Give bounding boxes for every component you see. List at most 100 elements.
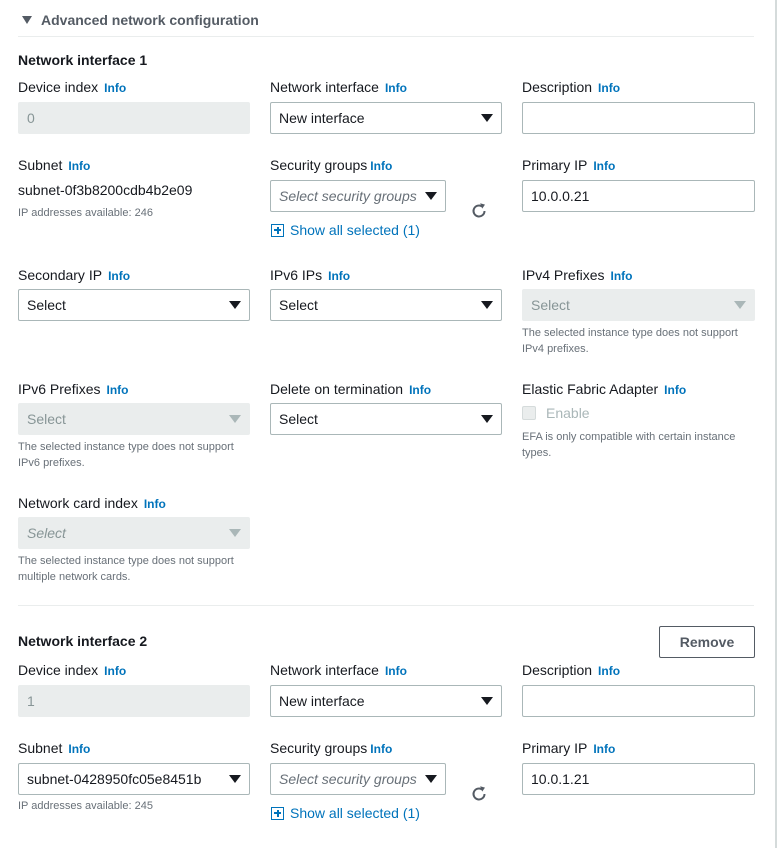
ni1-security-groups-field: Security groups Info xyxy=(270,155,502,175)
ni1-ipv6-ips-select[interactable]: Select xyxy=(270,289,502,321)
ni1-delete-on-termination-field: Delete on termination Info xyxy=(270,379,502,399)
ni2-primary-ip-label: Primary IP xyxy=(522,740,588,756)
ni2-network-interface-select[interactable]: New interface xyxy=(270,685,502,717)
ni1-ipv4-prefixes-select: Select xyxy=(522,289,755,321)
caret-down-icon xyxy=(481,415,493,423)
ni2-device-index-field: Device index Info xyxy=(18,660,250,680)
caret-down-icon xyxy=(734,301,746,309)
ni1-efa-hint: EFA is only compatible with certain inst… xyxy=(522,431,736,459)
info-link[interactable]: Info xyxy=(370,742,392,756)
ni1-efa-enable-label: Enable xyxy=(546,405,590,421)
caret-down-icon xyxy=(22,16,32,24)
caret-down-icon xyxy=(229,415,241,423)
info-link[interactable]: Info xyxy=(104,664,126,678)
info-link[interactable]: Info xyxy=(598,664,620,678)
info-link[interactable]: Info xyxy=(385,664,407,678)
caret-down-icon xyxy=(425,775,437,783)
ni1-efa-field: Elastic Fabric Adapter Info xyxy=(522,379,754,399)
ni2-security-groups-label: Security groups xyxy=(270,740,368,756)
ni1-ipv4-prefixes-value: Select xyxy=(531,297,570,313)
info-link[interactable]: Info xyxy=(610,269,632,283)
ni2-device-index-label: Device index xyxy=(18,662,99,678)
ni1-efa-label: Elastic Fabric Adapter xyxy=(522,381,659,397)
ni2-subnet-field: Subnet Info xyxy=(18,738,250,758)
ni1-primary-ip-value: 10.0.0.21 xyxy=(531,188,590,204)
ni2-network-interface-field: Network interface Info xyxy=(270,660,502,680)
ni2-primary-ip-value: 10.0.1.21 xyxy=(531,771,590,787)
ni1-ipv6-prefixes-value: Select xyxy=(27,411,66,427)
ni1-network-interface-label: Network interface xyxy=(270,79,379,95)
advanced-network-config-toggle[interactable]: Advanced network configuration xyxy=(22,12,259,28)
ni1-delete-on-termination-select[interactable]: Select xyxy=(270,403,502,435)
info-link[interactable]: Info xyxy=(664,383,686,397)
ni1-subnet-value: subnet-0f3b8200cdb4b2e09 xyxy=(18,182,193,198)
section-title: Advanced network configuration xyxy=(41,12,259,28)
ni1-secondary-ip-select[interactable]: Select xyxy=(18,289,250,321)
ni1-ipv6-prefixes-field: IPv6 Prefixes Info xyxy=(18,379,250,399)
info-link[interactable]: Info xyxy=(106,383,128,397)
ni1-device-index-value: 0 xyxy=(27,110,35,126)
info-link[interactable]: Info xyxy=(409,383,431,397)
caret-down-icon xyxy=(229,775,241,783)
ni1-show-all-selected-link[interactable]: Show all selected (1) xyxy=(271,222,420,238)
ni1-efa-enable-checkbox: Enable xyxy=(522,405,590,421)
caret-down-icon xyxy=(229,301,241,309)
ni2-security-groups-select[interactable]: Select security groups xyxy=(270,763,446,795)
ni1-ipv6-ips-field: IPv6 IPs Info xyxy=(270,265,502,285)
ni1-network-card-index-field: Network card index Info xyxy=(18,493,250,513)
ni2-show-all-selected-link[interactable]: Show all selected (1) xyxy=(271,805,420,821)
ni1-ipv4-prefixes-field: IPv4 Prefixes Info xyxy=(522,265,754,285)
info-link[interactable]: Info xyxy=(108,269,130,283)
ni1-title: Network interface 1 xyxy=(18,52,148,68)
ni1-network-card-index-placeholder: Select xyxy=(27,525,66,541)
ni2-description-input[interactable] xyxy=(522,685,755,717)
info-link[interactable]: Info xyxy=(385,81,407,95)
ni1-description-label: Description xyxy=(522,79,593,95)
refresh-icon[interactable] xyxy=(469,201,489,221)
ni1-security-groups-label: Security groups xyxy=(270,157,368,173)
ni1-network-card-index-label: Network card index xyxy=(18,495,138,511)
info-link[interactable]: Info xyxy=(104,81,126,95)
info-link[interactable]: Info xyxy=(68,742,90,756)
refresh-icon[interactable] xyxy=(469,784,489,804)
ni1-security-groups-select[interactable]: Select security groups xyxy=(270,180,446,212)
ni1-subnet-field: Subnet Info xyxy=(18,155,250,175)
ni1-device-index-input: 0 xyxy=(18,102,250,134)
ni1-secondary-ip-label: Secondary IP xyxy=(18,267,103,283)
ni2-device-index-value: 1 xyxy=(27,693,35,709)
ni2-subnet-hint: IP addresses available: 245 xyxy=(18,800,153,812)
ni2-subnet-select[interactable]: subnet-0428950fc05e8451b xyxy=(18,763,250,795)
info-link[interactable]: Info xyxy=(68,159,90,173)
ni1-delete-on-termination-label: Delete on termination xyxy=(270,381,404,397)
info-link[interactable]: Info xyxy=(144,497,166,511)
caret-down-icon xyxy=(481,697,493,705)
caret-down-icon xyxy=(425,192,437,200)
ni1-primary-ip-label: Primary IP xyxy=(522,157,588,173)
ni1-primary-ip-input[interactable]: 10.0.0.21 xyxy=(522,180,755,212)
ni1-network-interface-field: Network interface Info xyxy=(270,77,502,97)
checkbox xyxy=(522,406,536,420)
caret-down-icon xyxy=(481,114,493,122)
ni1-secondary-ip-value: Select xyxy=(27,297,66,313)
info-link[interactable]: Info xyxy=(598,81,620,95)
info-link[interactable]: Info xyxy=(593,742,615,756)
ni1-show-all-label: Show all selected (1) xyxy=(290,222,420,238)
ni1-ipv6-ips-label: IPv6 IPs xyxy=(270,267,323,283)
ni2-primary-ip-input[interactable]: 10.0.1.21 xyxy=(522,763,755,795)
ni2-security-groups-placeholder: Select security groups xyxy=(279,771,417,787)
ni2-subnet-value: subnet-0428950fc05e8451b xyxy=(27,771,202,787)
info-link[interactable]: Info xyxy=(328,269,350,283)
ni1-delete-on-termination-value: Select xyxy=(279,411,318,427)
ni1-subnet-hint: IP addresses available: 246 xyxy=(18,207,153,219)
info-link[interactable]: Info xyxy=(593,159,615,173)
ni1-description-field: Description Info xyxy=(522,77,754,97)
ni2-primary-ip-field: Primary IP Info xyxy=(522,738,754,758)
ni1-ipv6-prefixes-label: IPv6 Prefixes xyxy=(18,381,101,397)
ni2-description-label: Description xyxy=(522,662,593,678)
ni1-network-interface-select[interactable]: New interface xyxy=(270,102,502,134)
caret-down-icon xyxy=(229,529,241,537)
info-link[interactable]: Info xyxy=(370,159,392,173)
ni2-device-index-input: 1 xyxy=(18,685,250,717)
ni1-description-input[interactable] xyxy=(522,102,755,134)
remove-button[interactable]: Remove xyxy=(659,626,755,658)
